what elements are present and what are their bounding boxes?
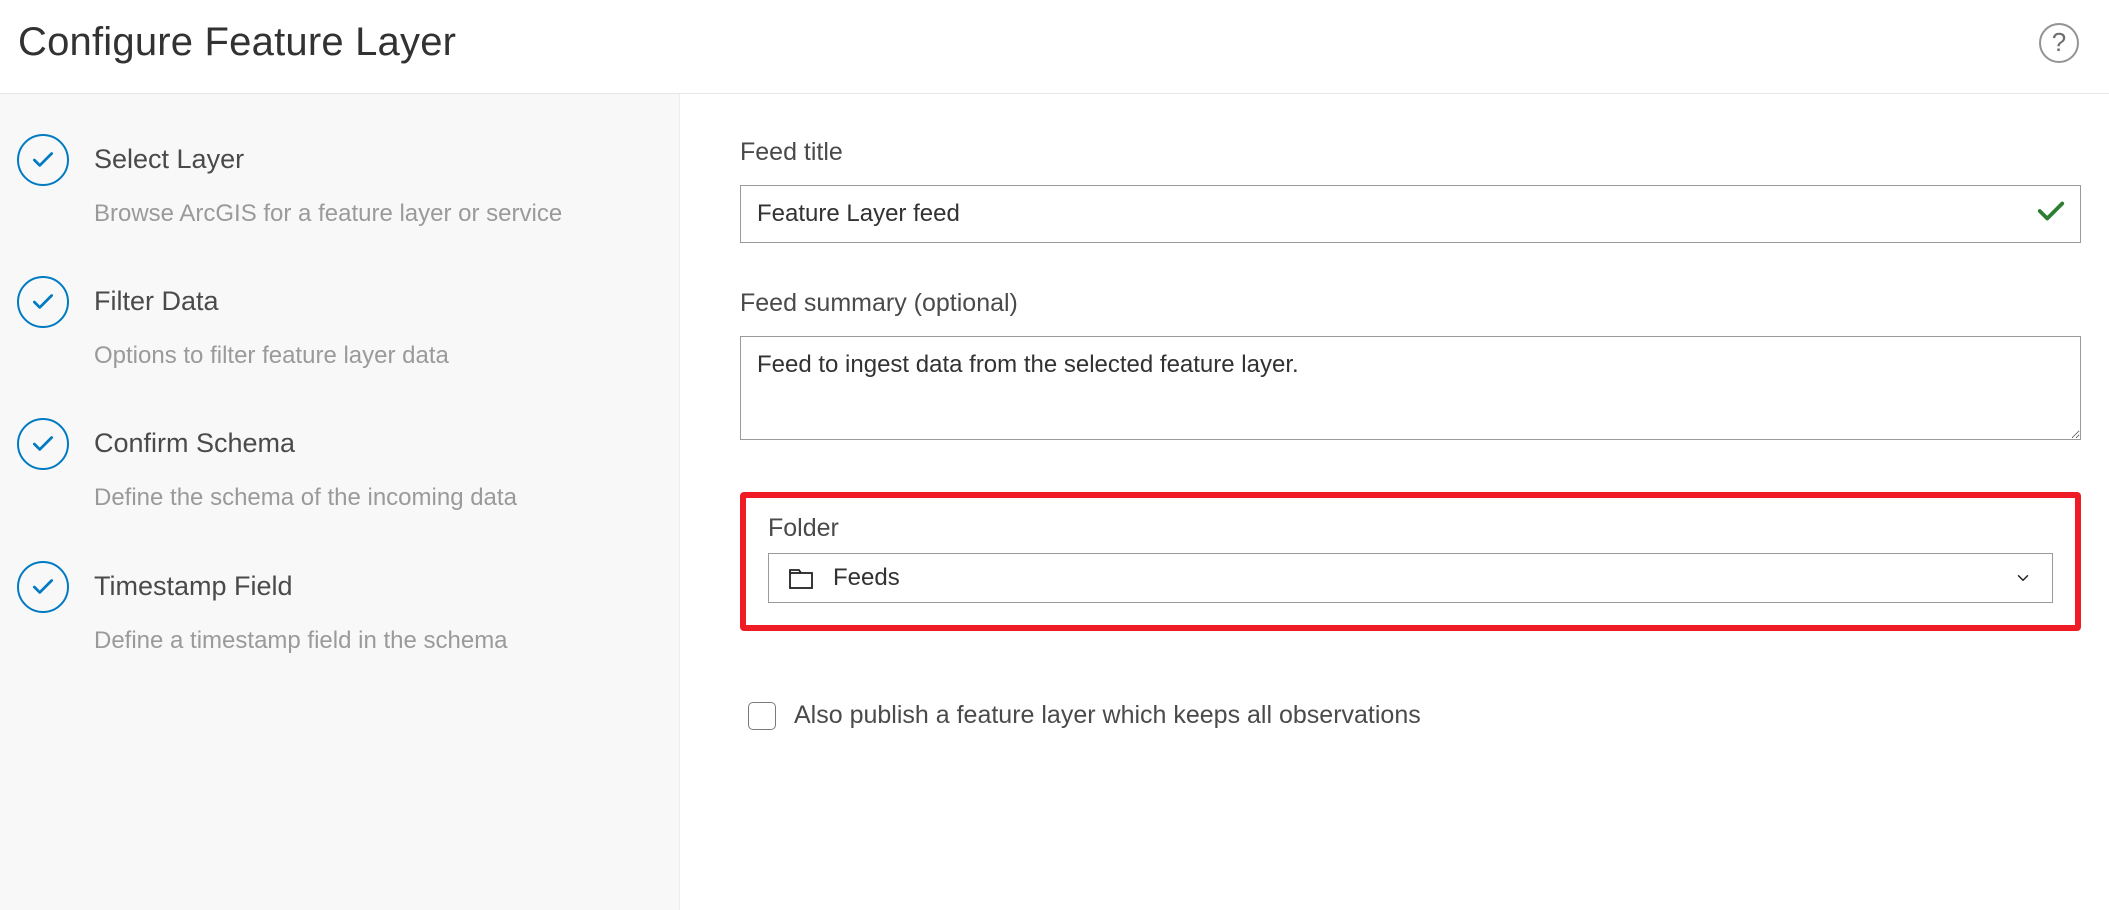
step-content: Confirm Schema Define the schema of the … <box>72 418 639 560</box>
page-body: Select Layer Browse ArcGIS for a feature… <box>0 94 2109 910</box>
step-title[interactable]: Filter Data <box>94 286 639 317</box>
feed-title-input-wrap <box>740 185 2081 243</box>
step-marker <box>14 276 72 332</box>
step-title[interactable]: Confirm Schema <box>94 428 639 459</box>
help-icon: ? <box>2052 27 2066 58</box>
wizard-stepper: Select Layer Browse ArcGIS for a feature… <box>0 94 680 910</box>
help-button[interactable]: ? <box>2039 23 2079 63</box>
folder-icon <box>789 567 813 589</box>
feed-title-input[interactable] <box>741 186 2080 242</box>
step-marker <box>14 134 72 190</box>
field-feed-summary: Feed summary (optional) <box>740 289 2081 446</box>
feed-summary-label: Feed summary (optional) <box>740 289 2081 318</box>
step-description: Define a timestamp field in the schema <box>94 622 639 659</box>
publish-checkbox[interactable] <box>748 702 776 730</box>
page-title: Configure Feature Layer <box>18 20 456 65</box>
folder-selected-value: Feeds <box>833 564 2014 592</box>
folder-highlight-box: Folder Feeds <box>740 492 2081 631</box>
step-complete-icon <box>17 134 69 186</box>
field-feed-title: Feed title <box>740 138 2081 243</box>
step-complete-icon <box>17 418 69 470</box>
step-title[interactable]: Select Layer <box>94 144 639 175</box>
step-confirm-schema: Confirm Schema Define the schema of the … <box>14 418 639 560</box>
step-description: Define the schema of the incoming data <box>94 479 639 516</box>
step-timestamp-field: Timestamp Field Define a timestamp field… <box>14 561 639 659</box>
step-description: Browse ArcGIS for a feature layer or ser… <box>94 195 639 232</box>
step-marker <box>14 561 72 617</box>
step-content: Timestamp Field Define a timestamp field… <box>72 561 639 659</box>
step-marker <box>14 418 72 474</box>
configure-feature-layer-page: Configure Feature Layer ? Select Layer B… <box>0 0 2109 910</box>
step-title[interactable]: Timestamp Field <box>94 571 639 602</box>
feed-summary-textarea[interactable] <box>740 336 2081 440</box>
valid-check-icon <box>2036 196 2066 232</box>
feed-title-label: Feed title <box>740 138 2081 167</box>
page-header: Configure Feature Layer ? <box>0 0 2109 94</box>
publish-checkbox-label: Also publish a feature layer which keeps… <box>794 701 1421 730</box>
step-complete-icon <box>17 276 69 328</box>
step-content: Select Layer Browse ArcGIS for a feature… <box>72 134 639 276</box>
step-content: Filter Data Options to filter feature la… <box>72 276 639 418</box>
publish-checkbox-row: Also publish a feature layer which keeps… <box>740 701 2081 730</box>
step-select-layer: Select Layer Browse ArcGIS for a feature… <box>14 134 639 276</box>
step-complete-icon <box>17 561 69 613</box>
chevron-down-icon <box>2014 569 2032 587</box>
folder-label: Folder <box>768 514 2053 543</box>
step-filter-data: Filter Data Options to filter feature la… <box>14 276 639 418</box>
folder-select[interactable]: Feeds <box>768 553 2053 603</box>
form-panel: Feed title Feed summary (optional) Folde… <box>680 94 2109 910</box>
step-description: Options to filter feature layer data <box>94 337 639 374</box>
